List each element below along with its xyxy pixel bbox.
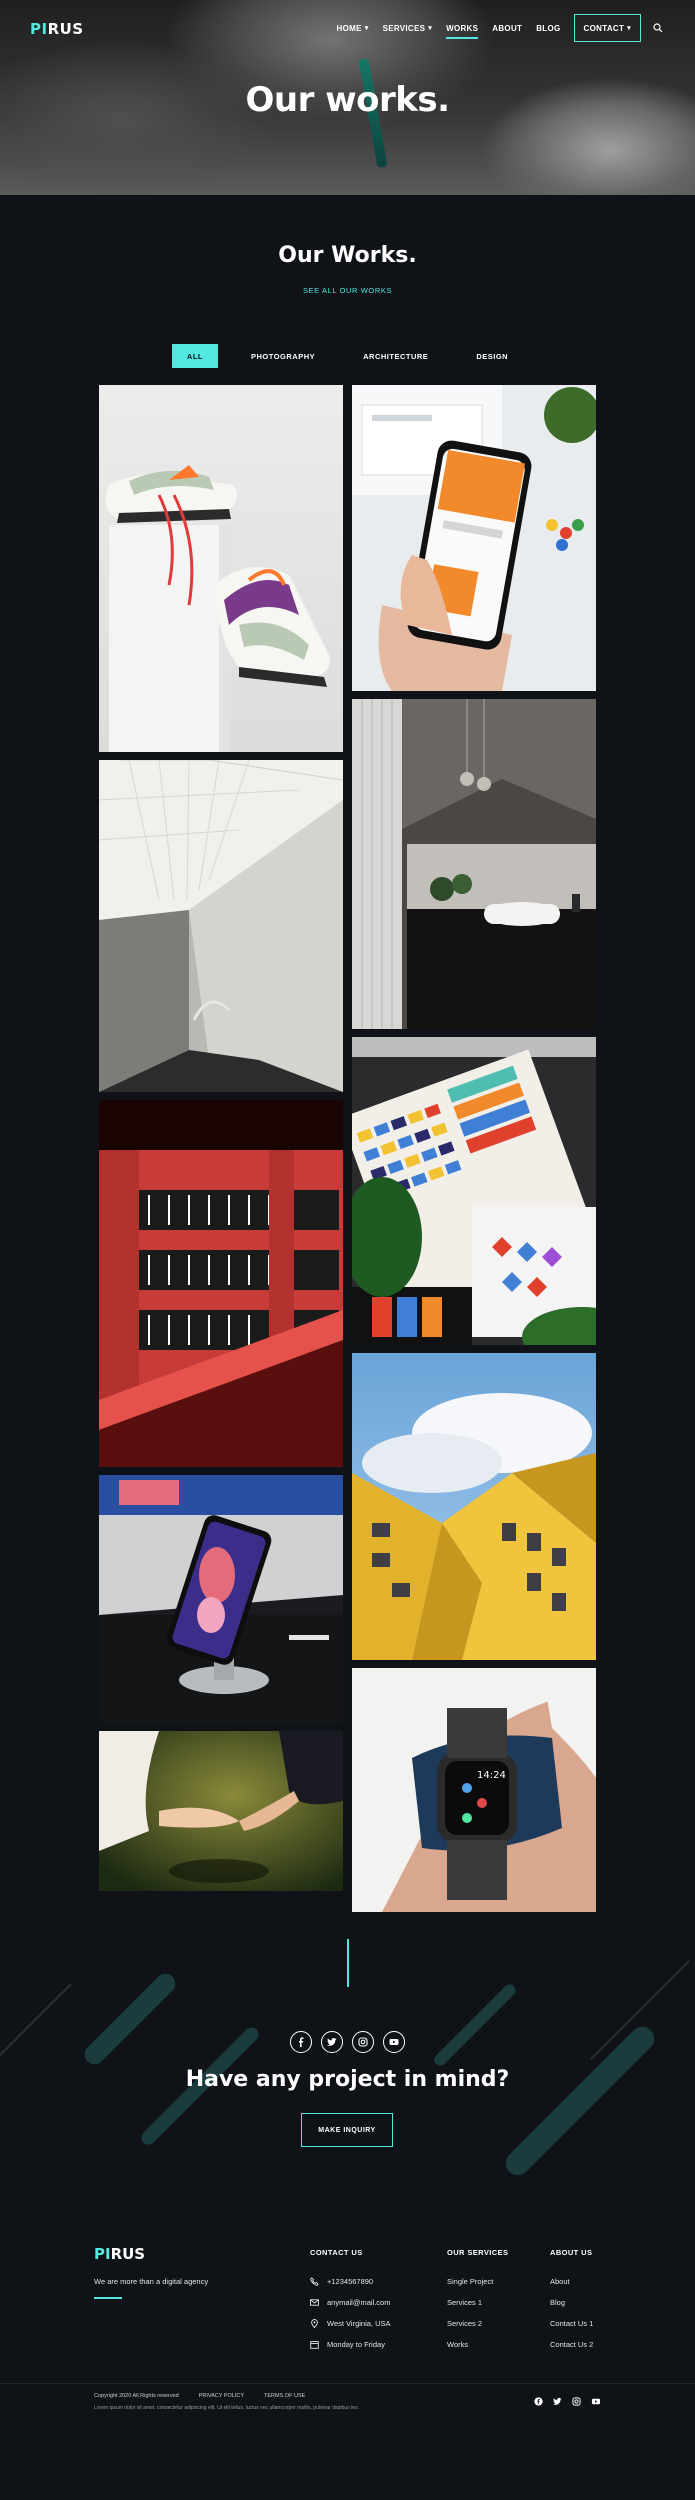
- logo[interactable]: PIRUS: [30, 20, 84, 38]
- footer-link[interactable]: Contact Us 2: [550, 2334, 593, 2355]
- twitter-icon[interactable]: [553, 2397, 562, 2406]
- tile-sneakers[interactable]: [99, 385, 343, 752]
- terms-link[interactable]: TERMS OF USE: [264, 2393, 305, 2399]
- cta-section: Have any project in mind? MAKE INQUIRY: [0, 1939, 695, 2219]
- footer-social-links: [534, 2397, 601, 2406]
- footer-link[interactable]: Blog: [550, 2292, 593, 2313]
- phone-icon: [310, 2277, 319, 2286]
- tile-couple-hands[interactable]: [99, 1731, 343, 1891]
- footer-link[interactable]: Services 2: [447, 2313, 508, 2334]
- make-inquiry-button[interactable]: MAKE INQUIRY: [301, 2113, 393, 2147]
- footer-lorem: Lorem ipsum dolor sit amet, consectetur …: [94, 2405, 360, 2411]
- tile-color-swatches[interactable]: [352, 1037, 596, 1345]
- watch-time: 14:24: [477, 1770, 506, 1781]
- footer-link[interactable]: Works: [447, 2334, 508, 2355]
- tile-bathroom[interactable]: [352, 699, 596, 1029]
- facebook-icon[interactable]: [290, 2031, 312, 2053]
- filter-all[interactable]: ALL: [171, 344, 219, 368]
- nav-item-home[interactable]: HOME ▾: [330, 15, 376, 41]
- footer-link[interactable]: Contact Us 1: [550, 2313, 593, 2334]
- hero-banner: PIRUS HOME ▾ SERVICES ▾ WORKS ABOUT BLOG C…: [0, 0, 695, 195]
- youtube-icon[interactable]: [591, 2397, 601, 2406]
- nav-item-blog[interactable]: BLOG: [529, 15, 567, 41]
- footer-link[interactable]: About: [550, 2271, 593, 2292]
- footer-accent-bar: [94, 2297, 122, 2299]
- portfolio-grid: 14:24: [0, 385, 695, 1925]
- footer: PIRUS We are more than a digital agency …: [0, 2219, 695, 2434]
- tile-hallway[interactable]: [99, 760, 343, 1092]
- footer-services-heading: OUR SERVICES: [447, 2248, 509, 2257]
- cta-divider-line: [347, 1939, 349, 1987]
- footer-legal: Copyright 2020 All Rights reserved PRIVA…: [94, 2393, 305, 2399]
- footer-address: West Virginia, USA: [327, 2319, 391, 2328]
- chevron-down-icon: ▾: [364, 25, 369, 32]
- works-section-header: Our Works. SEE ALL OUR WORKS: [0, 195, 695, 295]
- filter-design[interactable]: DESIGN: [461, 344, 523, 368]
- page-title: Our works.: [245, 80, 450, 120]
- footer-logo[interactable]: PIRUS: [94, 2245, 145, 2263]
- footer-contact-heading: CONTACT US: [310, 2248, 363, 2257]
- instagram-icon[interactable]: [352, 2031, 374, 2053]
- filter-photography[interactable]: PHOTOGRAPHY: [236, 344, 330, 368]
- instagram-icon[interactable]: [572, 2397, 581, 2406]
- footer-about-column: ABOUT US About Blog Contact Us 1 Contact…: [550, 2248, 593, 2355]
- tile-phone-stand[interactable]: [99, 1475, 343, 1723]
- nav-menu: HOME ▾ SERVICES ▾ WORKS ABOUT BLOG CONTACT…: [330, 14, 665, 42]
- footer-contact-column: CONTACT US +1234567890 anymail@mail.com …: [310, 2248, 391, 2355]
- location-pin-icon: [310, 2319, 319, 2328]
- nav-item-works[interactable]: WORKS: [439, 15, 485, 41]
- chevron-down-icon: ▾: [428, 25, 433, 32]
- nav-item-services[interactable]: SERVICES ▾: [376, 15, 440, 41]
- footer-hours: Monday to Friday: [327, 2340, 385, 2349]
- footer-divider: [0, 2383, 695, 2384]
- nav-item-about[interactable]: ABOUT: [485, 15, 529, 41]
- footer-phone[interactable]: +1234567890: [327, 2277, 373, 2286]
- portfolio-filters: ALL PHOTOGRAPHY ARCHITECTURE DESIGN: [0, 344, 695, 368]
- footer-services-column: OUR SERVICES Single Project Services 1 S…: [447, 2248, 508, 2355]
- copyright-text: Copyright 2020 All Rights reserved: [94, 2393, 179, 2399]
- see-all-works-link[interactable]: SEE ALL OUR WORKS: [0, 286, 695, 295]
- chevron-down-icon: ▾: [627, 25, 631, 32]
- contact-button[interactable]: CONTACT ▾: [573, 14, 641, 42]
- cta-title: Have any project in mind?: [185, 2067, 510, 2092]
- facebook-icon[interactable]: [534, 2397, 543, 2406]
- calendar-icon: [310, 2340, 319, 2349]
- top-navigation: PIRUS HOME ▾ SERVICES ▾ WORKS ABOUT BLOG C…: [0, 0, 695, 55]
- tile-phone-app[interactable]: [352, 385, 596, 691]
- footer-email[interactable]: anymail@mail.com: [327, 2298, 390, 2307]
- cta-social-links: [0, 2031, 695, 2053]
- youtube-icon[interactable]: [383, 2031, 405, 2053]
- tile-smartwatch[interactable]: 14:24: [352, 1668, 596, 1912]
- privacy-policy-link[interactable]: PRIVACY POLICY: [199, 2393, 244, 2399]
- footer-link[interactable]: Services 1: [447, 2292, 508, 2313]
- footer-about-heading: ABOUT US: [550, 2248, 593, 2257]
- search-icon[interactable]: [651, 21, 665, 35]
- twitter-icon[interactable]: [321, 2031, 343, 2053]
- tile-red-building[interactable]: [99, 1100, 343, 1467]
- footer-tagline: We are more than a digital agency: [94, 2277, 209, 2286]
- footer-link[interactable]: Single Project: [447, 2271, 508, 2292]
- tile-cube-houses[interactable]: [352, 1353, 596, 1660]
- filter-architecture[interactable]: ARCHITECTURE: [348, 344, 443, 368]
- works-title: Our Works.: [278, 243, 417, 268]
- mail-icon: [310, 2298, 319, 2307]
